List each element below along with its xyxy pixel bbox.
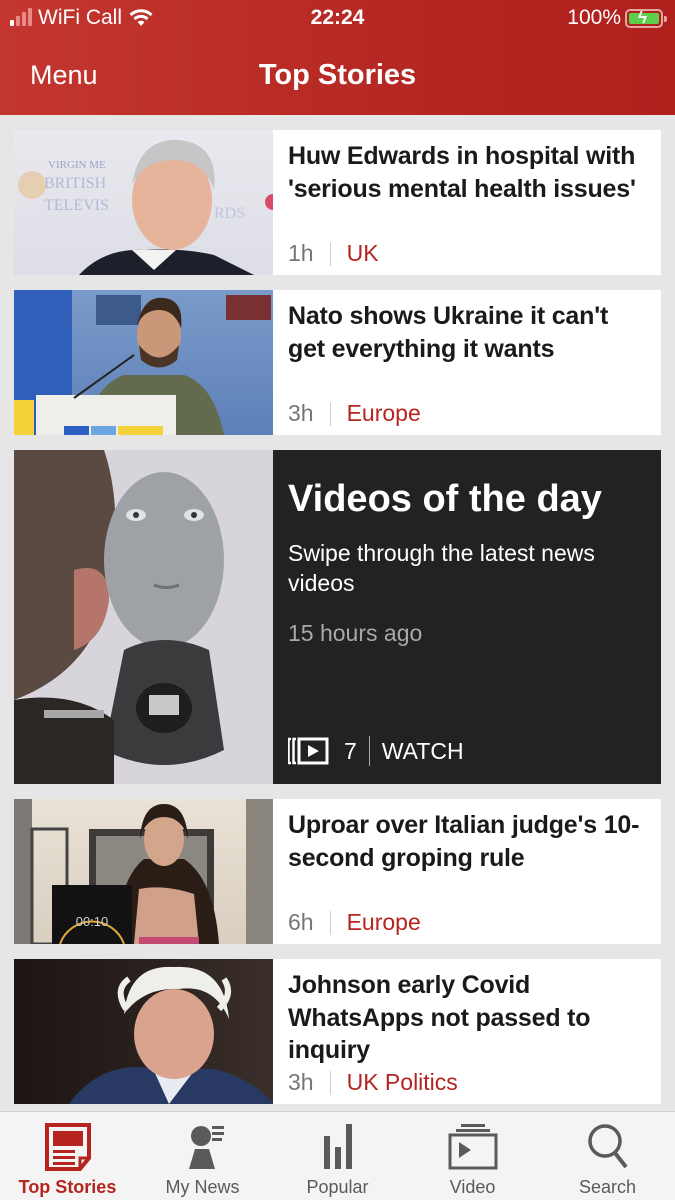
bar-chart-icon — [323, 1124, 352, 1169]
story-age: 3h — [288, 1069, 314, 1095]
app-header: WiFi Call 22:24 100% ϟ Menu Top Stories — [0, 0, 675, 115]
svg-text:VIRGIN ME: VIRGIN ME — [48, 159, 106, 171]
meta-divider — [329, 1070, 331, 1095]
video-card-title[interactable]: Videos of the day — [288, 476, 647, 522]
tab-video[interactable]: Video — [405, 1112, 540, 1200]
story-category[interactable]: UK — [347, 240, 379, 267]
story-headline[interactable]: Nato shows Ukraine it can't get everythi… — [288, 300, 647, 365]
video-collection-icon — [288, 737, 329, 765]
battery-icon: ϟ — [625, 7, 667, 28]
battery-percent: 100% — [567, 6, 621, 29]
watch-button[interactable]: WATCH — [382, 738, 464, 765]
story-age: 3h — [288, 400, 314, 426]
tab-popular[interactable]: Popular — [270, 1112, 405, 1200]
svg-text:BRITISH: BRITISH — [44, 175, 107, 192]
video-thumbnail — [14, 450, 273, 784]
tab-search[interactable]: Search — [540, 1112, 675, 1200]
tab-top-stories[interactable]: Top Stories — [0, 1112, 135, 1200]
story-card[interactable]: 00:10 Uproar over Italian judge's 10-sec… — [14, 799, 661, 944]
tab-my-news[interactable]: My News — [135, 1112, 270, 1200]
story-meta: 6h Europe — [288, 909, 421, 936]
footer-divider — [368, 736, 370, 766]
story-thumbnail — [14, 290, 273, 435]
story-meta: 3h UK Politics — [288, 1069, 458, 1096]
story-card[interactable]: Nato shows Ukraine it can't get everythi… — [14, 290, 661, 435]
story-category[interactable]: UK Politics — [347, 1069, 458, 1096]
story-card[interactable]: Johnson early Covid WhatsApps not passed… — [14, 959, 661, 1104]
story-age: 6h — [288, 909, 314, 935]
story-headline[interactable]: Huw Edwards in hospital with 'serious me… — [288, 140, 647, 205]
tab-bar: Top Stories My News Popular Video Search — [0, 1111, 675, 1200]
charging-bolt-icon: ϟ — [638, 7, 647, 27]
tab-label: My News — [165, 1177, 240, 1197]
story-age: 1h — [288, 240, 314, 266]
video-stack-icon — [448, 1124, 497, 1170]
videos-of-the-day-card[interactable]: Videos of the day Swipe through the late… — [14, 450, 661, 784]
meta-divider — [329, 401, 331, 426]
svg-text:RDS: RDS — [214, 205, 245, 222]
story-thumbnail — [14, 959, 273, 1104]
tab-label: Video — [449, 1177, 496, 1197]
story-category[interactable]: Europe — [347, 909, 421, 936]
person-news-icon — [188, 1126, 224, 1169]
story-meta: 3h Europe — [288, 400, 421, 427]
video-card-footer[interactable]: 7 WATCH — [288, 736, 464, 766]
video-card-age: 15 hours ago — [288, 620, 423, 646]
video-card-subtitle: Swipe through the latest news videos — [288, 540, 595, 596]
story-feed[interactable]: VIRGIN ME BRITISH TELEVIS RDS Huw Edward… — [0, 115, 675, 1111]
page-title: Top Stories — [258, 59, 417, 91]
meta-divider — [329, 910, 331, 935]
story-card[interactable]: VIRGIN ME BRITISH TELEVIS RDS Huw Edward… — [14, 130, 661, 275]
story-thumbnail: VIRGIN ME BRITISH TELEVIS RDS — [14, 130, 273, 275]
tab-label: Search — [578, 1177, 637, 1197]
story-headline[interactable]: Johnson early Covid WhatsApps not passed… — [288, 969, 647, 1067]
story-meta: 1h UK — [288, 240, 379, 267]
story-headline[interactable]: Uproar over Italian judge's 10-second gr… — [288, 809, 647, 874]
nav-bar: Menu Top Stories — [0, 38, 675, 115]
story-thumbnail: 00:10 — [14, 799, 273, 944]
status-bar: WiFi Call 22:24 100% ϟ — [0, 0, 675, 38]
meta-divider — [329, 241, 331, 266]
search-icon — [587, 1124, 628, 1169]
newspaper-icon — [44, 1123, 91, 1171]
tab-label: Popular — [306, 1177, 369, 1197]
thumbnail-timer-text: 00:10 — [76, 914, 109, 929]
svg-text:TELEVIS: TELEVIS — [44, 197, 109, 214]
story-category[interactable]: Europe — [347, 400, 421, 427]
video-count: 7 — [344, 737, 357, 764]
tab-label: Top Stories — [18, 1177, 117, 1197]
